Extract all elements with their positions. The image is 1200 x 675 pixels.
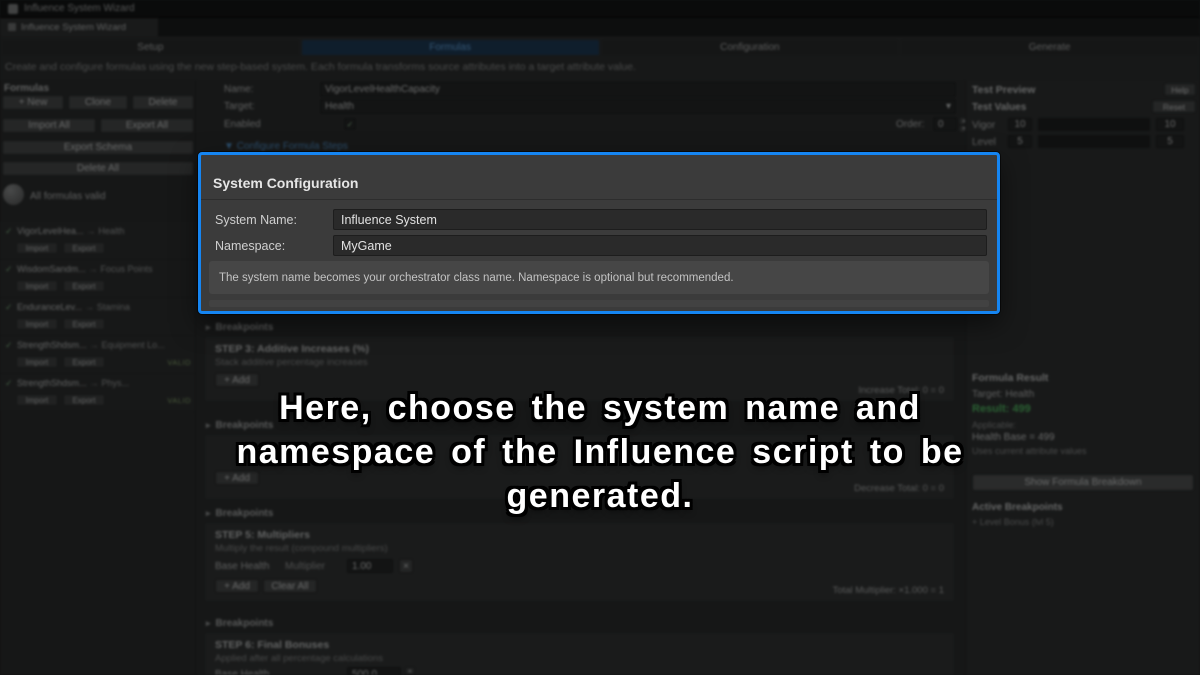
- namespace-value: MyGame: [341, 239, 392, 253]
- editor-window: Influence System Wizard Influence System…: [0, 0, 1200, 675]
- namespace-label: Namespace:: [215, 239, 285, 253]
- namespace-input[interactable]: MyGame: [333, 235, 987, 256]
- system-name-input[interactable]: Influence System: [333, 209, 987, 230]
- divider: [201, 199, 997, 200]
- system-name-value: Influence System: [341, 213, 437, 227]
- system-name-label: System Name:: [215, 213, 297, 227]
- modal-title: System Configuration: [213, 175, 358, 191]
- caption-line: Here, choose the system name and: [0, 386, 1200, 430]
- tutorial-caption: Here, choose the system name and namespa…: [0, 386, 1200, 518]
- modal-footer-strip: [209, 300, 989, 307]
- caption-line: namespace of the Influence script to be: [0, 430, 1200, 474]
- dim-overlay: [0, 0, 1200, 675]
- caption-line: generated.: [0, 474, 1200, 518]
- help-text: The system name becomes your orchestrato…: [219, 272, 734, 284]
- help-text-box: The system name becomes your orchestrato…: [209, 261, 989, 294]
- system-configuration-panel: System Configuration System Name: Influe…: [198, 152, 1000, 314]
